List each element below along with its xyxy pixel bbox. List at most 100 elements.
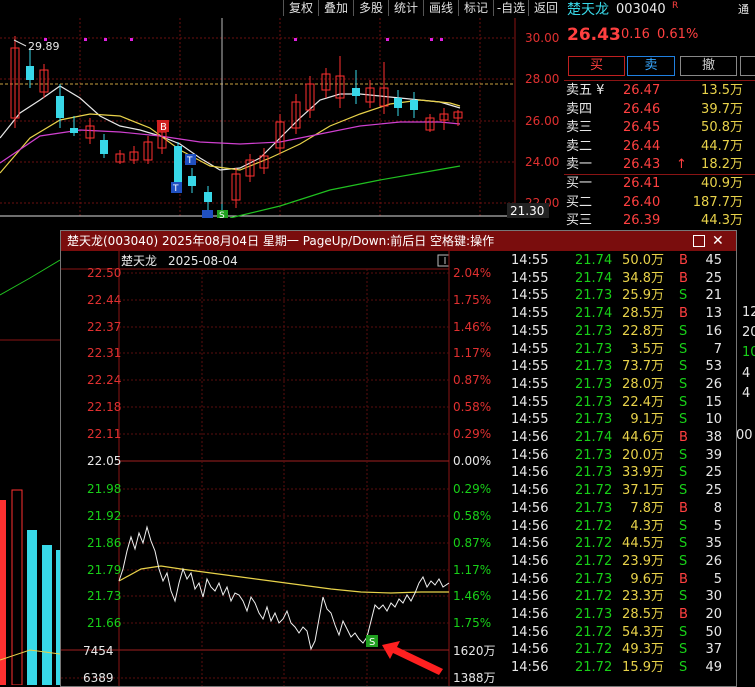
percent-axis-tick: 0.29% xyxy=(453,427,491,441)
tick-trades-list[interactable]: 14:55 21.74 50.0万 B 45 14:55 21.74 34.8万 B 25 14:5… xyxy=(505,251,736,686)
tick-row: 14:56 21.72 49.3万 S 37 xyxy=(505,641,736,658)
cancel-order-button[interactable]: 撤 xyxy=(680,56,737,76)
bid-level-volume: 187.7万 xyxy=(692,194,743,210)
price-change-pct: 0.61% xyxy=(657,27,699,42)
intraday-expand-icon[interactable] xyxy=(437,254,450,267)
tick-count: 38 xyxy=(705,430,722,445)
tick-row: 14:55 21.73 3.5万 S 7 xyxy=(505,341,736,358)
tick-row: 14:56 21.72 54.3万 S 50 xyxy=(505,624,736,641)
tick-volume: 22.4万 xyxy=(622,394,664,410)
tick-time: 14:56 xyxy=(511,518,549,534)
statistics-button[interactable]: 统计 xyxy=(388,0,423,16)
tick-price: 21.73 xyxy=(575,447,613,463)
remove-watchlist-button[interactable]: -自选 xyxy=(493,0,528,16)
draw-line-button[interactable]: 画线 xyxy=(423,0,458,16)
more-button[interactable] xyxy=(740,56,755,76)
ask-level-price: 26.46 xyxy=(623,101,661,117)
tick-volume: 50.0万 xyxy=(622,253,664,268)
partial-value-3: 10 xyxy=(742,345,755,360)
current-price: 26.43 xyxy=(567,25,621,45)
percent-axis-tick: 1.17% xyxy=(453,346,491,360)
restore-rights-button[interactable]: 复权 xyxy=(283,0,318,16)
tick-time: 14:55 xyxy=(511,394,549,410)
ask-level-label: 卖二 xyxy=(566,138,593,154)
tick-row: 14:56 21.73 20.0万 S 39 xyxy=(505,447,736,464)
intraday-sell-marker: S xyxy=(369,637,375,648)
ask-level-row[interactable]: 卖四 26.46 39.7万 xyxy=(564,101,755,119)
tick-price: 21.72 xyxy=(575,660,613,676)
tick-row: 14:55 21.73 9.1万 S 10 xyxy=(505,411,736,428)
tick-count: 20 xyxy=(705,607,722,622)
tick-count: 53 xyxy=(705,359,722,375)
tick-row: 14:56 21.73 7.8万 B 8 xyxy=(505,500,736,517)
ask-level-row[interactable]: 卖三 26.45 50.8万 xyxy=(564,119,755,137)
tick-volume: 25.9万 xyxy=(622,288,664,304)
tick-count: 16 xyxy=(705,323,722,339)
percent-axis-tick: 0.87% xyxy=(453,373,491,387)
close-icon[interactable]: ✕ xyxy=(712,231,724,251)
bid-level-row[interactable]: 买一 26.41 40.9万 xyxy=(564,175,755,193)
tick-row: 14:56 21.72 23.3万 S 30 xyxy=(505,588,736,605)
tick-volume: 23.3万 xyxy=(622,589,664,605)
ask-level-price: 26.45 xyxy=(623,120,661,135)
buy-button[interactable]: 买 xyxy=(568,56,625,76)
sell-button[interactable]: 卖 xyxy=(627,56,675,76)
tick-time: 14:56 xyxy=(511,483,549,499)
intraday-chart[interactable]: 楚天龙 2025-08-04 S 22.5022.4422.3722.3122.… xyxy=(61,251,505,686)
tick-row: 14:55 21.74 50.0万 B 45 xyxy=(505,252,736,269)
tick-direction: S xyxy=(679,359,688,375)
main-candlestick-chart[interactable]: 29.89 B T T S 30.00 28.00 26.00 24.00 22… xyxy=(0,18,563,218)
ask-level-volume: 44.7万 xyxy=(701,138,743,154)
tick-count: 30 xyxy=(705,589,722,605)
tick-row: 14:55 21.73 73.7万 S 53 xyxy=(505,358,736,375)
percent-axis-tick: 0.87% xyxy=(453,536,491,550)
tick-direction: S xyxy=(679,394,688,410)
tick-row: 14:56 21.72 37.1万 S 25 xyxy=(505,482,736,499)
volume-tick-left-2: 6389 xyxy=(83,671,114,685)
percent-axis-tick: 1.17% xyxy=(453,563,491,577)
tick-volume: 28.5万 xyxy=(622,607,664,622)
tick-time: 14:55 xyxy=(511,341,549,357)
tick-volume: 37.1万 xyxy=(622,483,664,499)
tick-price: 21.73 xyxy=(575,376,613,392)
volume-tick-left-1: 7454 xyxy=(83,644,114,658)
t-marker-1: T xyxy=(186,156,193,166)
ask-level-row[interactable]: 卖五 ¥ 26.47 13.5万 xyxy=(564,82,755,100)
tick-time: 14:56 xyxy=(511,589,549,605)
bid-level-row[interactable]: 买二 26.40 187.7万 xyxy=(564,194,755,212)
red-arrow-icon xyxy=(382,641,443,675)
tick-count: 5 xyxy=(713,571,722,587)
partial-value-1: 12 xyxy=(742,305,755,320)
ask-level-volume: 50.8万 xyxy=(701,120,743,135)
tick-price: 21.73 xyxy=(575,359,613,375)
tick-direction: B xyxy=(679,306,688,322)
tick-time: 14:56 xyxy=(511,553,549,569)
maximize-icon[interactable] xyxy=(693,235,705,247)
ask-level-row[interactable]: 卖二 26.44 44.7万 xyxy=(564,138,755,156)
bid-level-label: 买三 xyxy=(566,213,593,228)
mark-button[interactable]: 标记 xyxy=(458,0,493,16)
multi-stock-button[interactable]: 多股 xyxy=(353,0,388,16)
side-tab-label[interactable]: 通 xyxy=(738,1,749,19)
back-button[interactable]: 返回 xyxy=(528,0,563,16)
bid-level-volume: 44.3万 xyxy=(701,213,743,228)
ask-level-row[interactable]: 卖一 26.43 ↑ 18.2万 xyxy=(564,156,755,174)
tick-count: 7 xyxy=(713,341,722,357)
price-tick-28: 28.00 xyxy=(525,72,559,86)
tick-price: 21.72 xyxy=(575,642,613,658)
overlay-button[interactable]: 叠加 xyxy=(318,0,353,16)
price-axis-tick: 22.18 xyxy=(87,400,121,414)
tick-row: 14:56 21.72 15.9万 S 49 xyxy=(505,659,736,676)
background-volume-strip xyxy=(0,259,60,685)
tick-direction: S xyxy=(679,288,688,304)
tick-volume: 49.3万 xyxy=(622,642,664,658)
partial-value-5: 4 xyxy=(742,386,751,401)
tick-volume: 15.9万 xyxy=(622,660,664,676)
tick-row: 14:56 21.72 23.9万 S 26 xyxy=(505,553,736,570)
bid-level-volume: 40.9万 xyxy=(701,176,743,191)
tick-direction: S xyxy=(679,660,688,676)
tick-time: 14:56 xyxy=(511,642,549,658)
bid-level-row[interactable]: 买三 26.39 44.3万 xyxy=(564,212,755,230)
popup-title-bar[interactable]: 楚天龙(003040) 2025年08月04日 星期一 PageUp/Down:… xyxy=(61,231,736,251)
tick-direction: S xyxy=(679,589,688,605)
